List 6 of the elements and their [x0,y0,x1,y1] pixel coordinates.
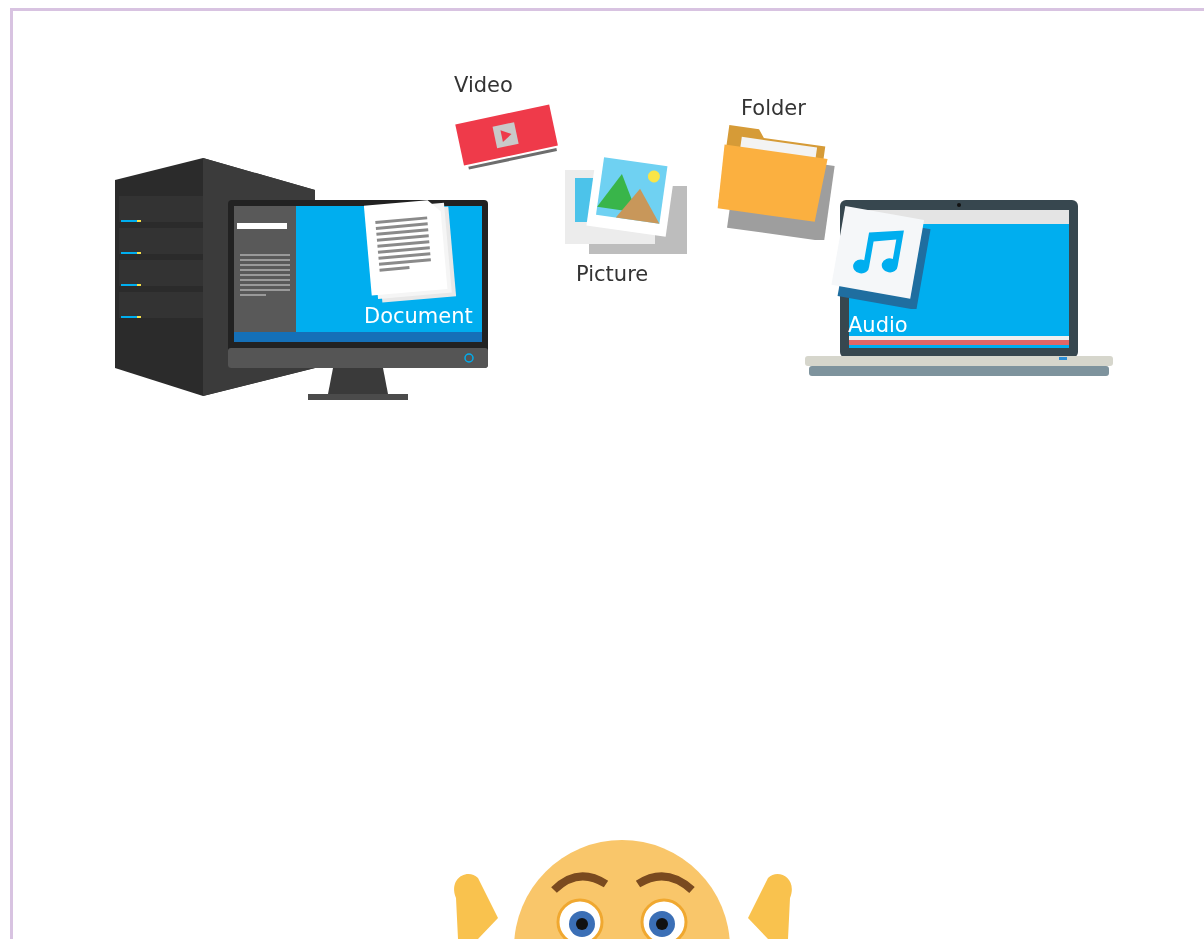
music-note-icon [829,205,933,309]
item-label: Folder [741,97,806,121]
item-label: Picture [576,263,649,287]
item-label: Document [364,305,473,329]
folder-icon [716,122,836,240]
item-label: Video [454,74,513,98]
